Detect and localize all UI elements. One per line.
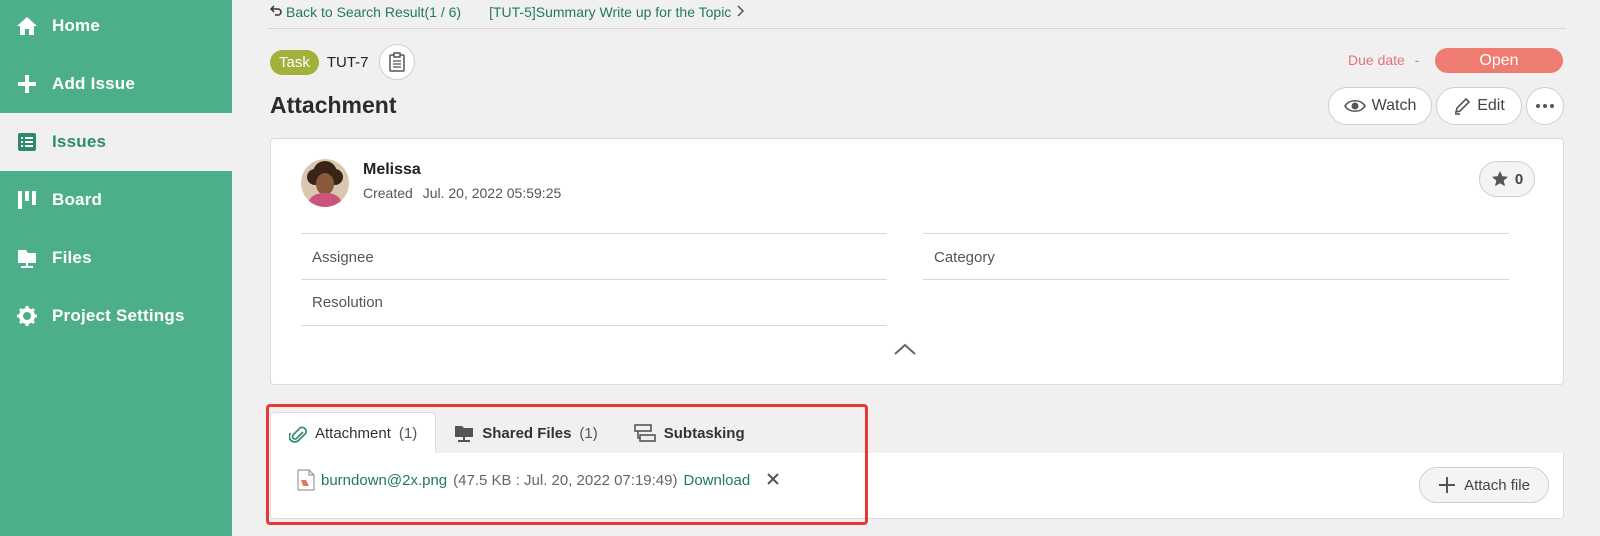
tab-count: (1) (398, 425, 418, 442)
tab-label: Subtasking (663, 424, 745, 442)
main-content: Back to Search Result(1 / 6) [TUT-5]Summ… (232, 0, 1600, 536)
edit-label: Edit (1477, 97, 1505, 114)
gear-icon (16, 305, 38, 327)
created-info: Created Jul. 20, 2022 05:59:25 (363, 185, 561, 201)
close-icon (767, 472, 779, 485)
author-name: Melissa (363, 161, 421, 178)
bottom-tabs: Attachment (1) Shared Files (1) Subtaski… (270, 412, 763, 454)
created-date: Jul. 20, 2022 05:59:25 (422, 185, 562, 201)
attach-file-button[interactable]: Attach file (1419, 467, 1549, 503)
collapse-button[interactable] (891, 339, 919, 359)
tab-count: (1) (579, 424, 598, 442)
home-icon (16, 15, 38, 37)
sidebar-item-label: Add Issue (52, 74, 136, 93)
divider (301, 233, 887, 234)
back-to-search-link[interactable]: Back to Search Result(1 / 6) (286, 4, 461, 20)
image-file-icon (297, 469, 315, 491)
sidebar-item-issues[interactable]: Issues (0, 113, 232, 171)
divider (301, 279, 887, 280)
issue-key: TUT-7 (326, 53, 369, 71)
plus-icon (16, 73, 38, 95)
divider (301, 325, 887, 326)
tab-shared-files[interactable]: Shared Files (1) (436, 412, 616, 454)
folder-icon (16, 247, 38, 269)
due-date-value: - (1414, 52, 1420, 68)
watch-button[interactable]: Watch (1328, 87, 1432, 125)
due-date-label: Due date (1348, 52, 1405, 68)
page-title: Attachment (270, 92, 397, 118)
back-arrow-icon (269, 4, 282, 20)
download-link[interactable]: Download (683, 472, 750, 489)
star-icon (1491, 171, 1508, 187)
sidebar-item-label: Issues (52, 132, 107, 151)
breadcrumb: Back to Search Result(1 / 6) [TUT-5]Summ… (269, 4, 745, 20)
sidebar-item-label: Files (52, 248, 92, 267)
avatar (301, 159, 349, 207)
copy-key-button[interactable] (378, 44, 415, 80)
tab-subtasking[interactable]: Subtasking (616, 412, 763, 454)
sidebar-item-board[interactable]: Board (0, 171, 232, 229)
created-label: Created (363, 185, 413, 201)
star-count: 0 (1514, 170, 1524, 188)
issue-details-card: Melissa Created Jul. 20, 2022 05:59:25 0… (270, 138, 1564, 385)
edit-button[interactable]: Edit (1436, 87, 1522, 125)
sidebar-item-label: Home (52, 16, 101, 35)
attachment-item: burndown@2x.png (47.5 KB : Jul. 20, 2022… (297, 469, 780, 491)
clipboard-icon (388, 52, 405, 72)
watch-label: Watch (1371, 97, 1417, 114)
divider (923, 233, 1509, 234)
remove-attachment-button[interactable] (766, 470, 780, 491)
sidebar-item-home[interactable]: Home (0, 0, 232, 55)
tab-label: Attachment (315, 425, 391, 442)
pencil-icon (1455, 97, 1471, 115)
assignee-label: Assignee (312, 249, 374, 266)
chevron-up-icon (894, 343, 916, 355)
sidebar-item-add-issue[interactable]: Add Issue (0, 55, 232, 113)
list-icon (16, 131, 38, 153)
category-label: Category (934, 249, 995, 266)
sidebar-item-label: Project Settings (52, 306, 185, 325)
parent-issue-link[interactable]: [TUT-5]Summary Write up for the Topic (489, 4, 731, 20)
more-icon (1536, 104, 1554, 108)
attachment-file-link[interactable]: burndown@2x.png (321, 472, 447, 489)
attachment-file-meta: (47.5 KB : Jul. 20, 2022 07:19:49) (453, 471, 678, 489)
issue-meta-row: Task TUT-7 (270, 44, 415, 80)
plus-icon (1439, 477, 1456, 493)
tab-label: Shared Files (482, 424, 572, 442)
eye-icon (1343, 99, 1366, 113)
board-icon (16, 189, 38, 211)
sidebar-item-files[interactable]: Files (0, 229, 232, 287)
due-date: Due date - (1348, 52, 1419, 68)
subtask-icon (633, 424, 656, 442)
tab-attachment[interactable]: Attachment (1) (270, 412, 437, 454)
attachment-panel: burndown@2x.png (47.5 KB : Jul. 20, 2022… (270, 453, 1564, 519)
shared-folder-icon (455, 426, 474, 442)
issue-type-badge: Task (270, 49, 319, 75)
star-button[interactable]: 0 (1479, 161, 1535, 197)
divider (923, 279, 1509, 280)
attach-file-label: Attach file (1464, 476, 1530, 494)
more-options-button[interactable] (1526, 87, 1564, 125)
sidebar: Home Add Issue Issues Board Files Projec… (0, 0, 232, 536)
resolution-label: Resolution (312, 294, 383, 311)
divider (268, 28, 1566, 29)
status-badge[interactable]: Open (1435, 48, 1563, 73)
sidebar-item-project-settings[interactable]: Project Settings (0, 287, 232, 345)
paperclip-icon (289, 426, 307, 443)
sidebar-item-label: Board (52, 190, 103, 209)
chevron-right-icon (735, 4, 745, 20)
